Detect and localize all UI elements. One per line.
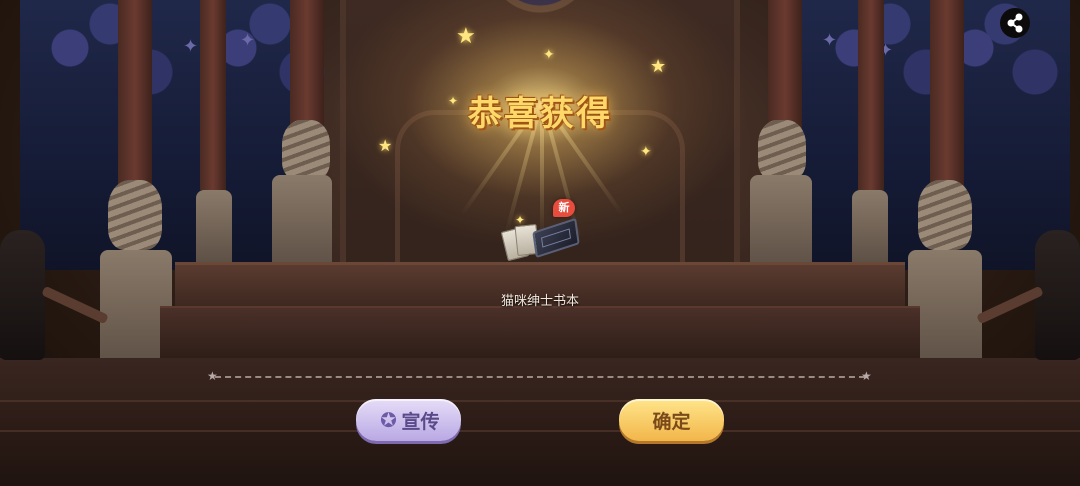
sparkle-icon: ★ bbox=[378, 136, 393, 155]
stair-rail-left bbox=[41, 285, 109, 325]
decor-star-icon: ✦ bbox=[822, 30, 838, 51]
sparkle-icon: ✦ bbox=[640, 144, 652, 160]
pillar-base bbox=[272, 175, 332, 275]
promo-button-label: 宣传 bbox=[401, 410, 440, 433]
sparkle-icon: ★ bbox=[650, 56, 667, 77]
pillar-capital bbox=[758, 120, 806, 180]
sparkle-icon: ✦ bbox=[448, 94, 459, 108]
pillar-right-outer bbox=[930, 0, 964, 210]
floor-seam bbox=[0, 430, 1080, 432]
pillar-left-back bbox=[200, 0, 226, 190]
promo-button[interactable]: ✪ 宣传 bbox=[356, 399, 461, 441]
decor-star-icon: ✦ bbox=[183, 36, 199, 57]
decor-star-icon: ✦ bbox=[240, 30, 256, 51]
pillar-base bbox=[750, 175, 812, 275]
share-button[interactable] bbox=[1000, 8, 1030, 38]
cat-statue-left bbox=[0, 230, 45, 360]
share-icon bbox=[1007, 13, 1023, 33]
pillar-capital bbox=[108, 180, 162, 250]
sparkle-icon: ★ bbox=[456, 24, 476, 49]
sparkle-icon: ✦ bbox=[543, 47, 555, 63]
floor-seam bbox=[0, 400, 1080, 402]
divider-star-icon: ★ bbox=[207, 369, 218, 383]
reward-item[interactable] bbox=[500, 215, 585, 265]
pillar-capital bbox=[282, 120, 330, 180]
pillar-base bbox=[196, 190, 232, 268]
pillar-left-outer bbox=[118, 0, 152, 210]
reward-scene: ✦ ✦ ✦ ✦ 恭喜获得 ★ ★ ★ ✦ ✦ ✦ ✦ ✦ bbox=[0, 0, 1080, 486]
confirm-button[interactable]: 确定 bbox=[619, 399, 724, 441]
book-icon bbox=[532, 217, 580, 259]
pillar-base bbox=[852, 190, 888, 268]
star-icon: ✪ bbox=[380, 408, 397, 432]
confirm-button-label: 确定 bbox=[652, 410, 691, 433]
foliage-left bbox=[10, 0, 210, 120]
item-name: 猫咪绅士书本 bbox=[500, 294, 579, 309]
pillar-capital bbox=[918, 180, 972, 250]
pillar-right-back bbox=[858, 0, 884, 190]
reward-title: 恭喜获得 bbox=[468, 94, 612, 134]
new-badge: 新 bbox=[553, 199, 575, 217]
stage-step bbox=[160, 306, 920, 358]
divider-star-icon: ★ bbox=[861, 369, 872, 383]
stair-rail-right bbox=[976, 285, 1044, 325]
divider bbox=[215, 376, 865, 378]
